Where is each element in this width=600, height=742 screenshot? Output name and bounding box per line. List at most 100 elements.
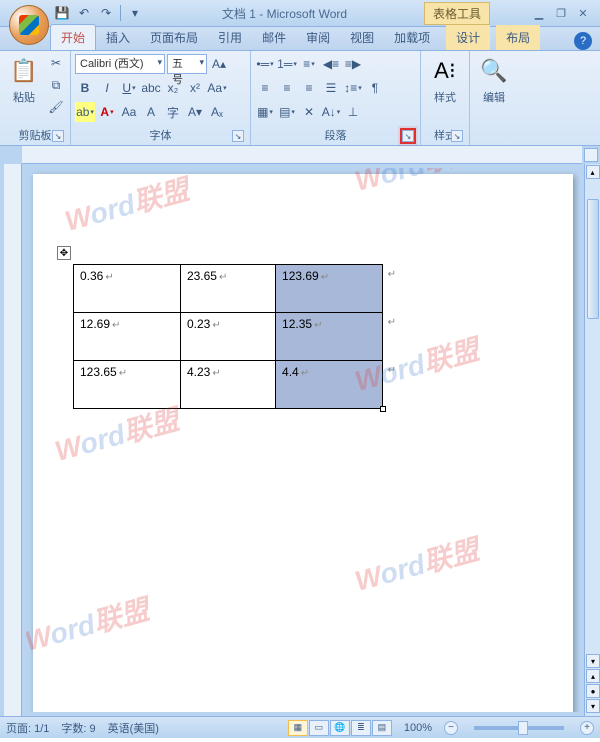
numbering-icon[interactable]: 1═ [277, 54, 297, 74]
char-scale-icon[interactable]: Aa [119, 102, 139, 122]
zoom-level[interactable]: 100% [404, 722, 432, 734]
help-icon[interactable]: ? [574, 32, 592, 50]
table-cell[interactable]: 0.36 [74, 265, 181, 313]
vertical-ruler[interactable] [4, 164, 22, 716]
table-row[interactable]: 12.69 0.23 12.35↵ [74, 313, 383, 361]
zoom-out-icon[interactable]: − [444, 721, 458, 735]
tab-addins[interactable]: 加载项 [384, 25, 440, 50]
sort-icon[interactable]: A↓ [321, 102, 341, 122]
line-spacing-icon[interactable]: ↕≡ [343, 78, 363, 98]
vertical-scrollbar[interactable]: ▴ ▾ ▴ ● ▾ [584, 164, 600, 716]
decrease-indent-icon[interactable]: ◀≡ [321, 54, 341, 74]
show-marks-icon[interactable]: ¶ [365, 78, 385, 98]
tab-references[interactable]: 引用 [208, 25, 252, 50]
table-row[interactable]: 123.65 4.23 4.4↵ [74, 361, 383, 409]
format-painter-icon[interactable]: 🖌 [46, 97, 66, 117]
undo-icon[interactable]: ↶ [74, 3, 94, 23]
table-cell[interactable]: 4.23 [180, 361, 275, 409]
document-table[interactable]: 0.36 23.65 123.69↵ 12.69 0.23 12.35↵ 123… [73, 264, 383, 409]
tab-layout[interactable]: 布局 [496, 25, 540, 50]
table-cell[interactable]: 23.65 [180, 265, 275, 313]
redo-icon[interactable]: ↷ [96, 3, 116, 23]
table-cell[interactable]: 123.65 [74, 361, 181, 409]
bullets-icon[interactable]: •═ [255, 54, 275, 74]
horizontal-ruler[interactable] [22, 146, 582, 164]
shading-icon[interactable]: ▦ [255, 102, 275, 122]
close-icon[interactable]: ✕ [574, 5, 592, 21]
tab-home[interactable]: 开始 [50, 24, 96, 50]
view-print-layout-icon[interactable]: ▦ [288, 720, 308, 736]
tab-mailings[interactable]: 邮件 [252, 25, 296, 50]
justify-icon[interactable]: ☰ [321, 78, 341, 98]
prev-page-icon[interactable]: ▴ [586, 669, 600, 683]
table-move-handle[interactable]: ✥ [57, 246, 71, 260]
zoom-in-icon[interactable]: + [580, 721, 594, 735]
table-row[interactable]: 0.36 23.65 123.69↵ [74, 265, 383, 313]
editing-button[interactable]: 🔍 编辑 [474, 53, 514, 107]
borders-icon[interactable]: ▤ [277, 102, 297, 122]
table-cell[interactable]: 12.69 [74, 313, 181, 361]
multilevel-icon[interactable]: ≡ [299, 54, 319, 74]
view-draft-icon[interactable]: ▤ [372, 720, 392, 736]
page-scroll-container[interactable]: ✥ 0.36 23.65 123.69↵ 12.69 0.23 12.35↵ 1… [26, 168, 580, 712]
highlight-icon[interactable]: ab [75, 102, 95, 122]
copy-icon[interactable]: ⧉ [46, 75, 66, 95]
qat-customize-icon[interactable]: ▾ [125, 3, 145, 23]
table-cell-selected[interactable]: 12.35↵ [276, 313, 383, 361]
status-language[interactable]: 英语(美国) [108, 720, 159, 736]
font-family-combo[interactable]: Calibri (西文) [75, 54, 165, 74]
browse-object-icon[interactable]: ● [586, 684, 600, 698]
asian-layout-icon[interactable]: ✕ [299, 102, 319, 122]
paragraph-dialog-launcher[interactable]: ↘ [402, 130, 414, 142]
font-dialog-launcher[interactable]: ↘ [232, 130, 244, 142]
status-words[interactable]: 字数: 9 [61, 720, 95, 736]
styles-dialog-launcher[interactable]: ↘ [451, 130, 463, 142]
change-case-icon[interactable]: Aa [207, 78, 227, 98]
char-border-icon[interactable]: A [141, 102, 161, 122]
table-resize-handle[interactable] [380, 406, 386, 412]
tab-design[interactable]: 设计 [446, 25, 490, 50]
view-fullscreen-icon[interactable]: ▭ [309, 720, 329, 736]
cut-icon[interactable]: ✂ [46, 53, 66, 73]
table-cell-selected[interactable]: 4.4↵ [276, 361, 383, 409]
grow-font-icon[interactable]: A▴ [209, 54, 229, 74]
clear-format-icon[interactable]: Aₓ [207, 102, 227, 122]
tab-view[interactable]: 视图 [340, 25, 384, 50]
table-cell-selected[interactable]: 123.69↵ [276, 265, 383, 313]
paste-button[interactable]: 📋 粘贴 [4, 53, 44, 107]
tabs-icon[interactable]: ⊥ [343, 102, 363, 122]
restore-icon[interactable]: ❐ [552, 5, 570, 21]
increase-indent-icon[interactable]: ≡▶ [343, 54, 363, 74]
status-page[interactable]: 页面: 1/1 [6, 720, 49, 736]
align-left-icon[interactable]: ≡ [255, 78, 275, 98]
office-button[interactable] [9, 5, 49, 45]
bold-icon[interactable]: B [75, 78, 95, 98]
align-right-icon[interactable]: ≡ [299, 78, 319, 98]
styles-button[interactable]: A⁝ 样式 [425, 53, 465, 107]
strikethrough-icon[interactable]: abc [141, 78, 161, 98]
align-center-icon[interactable]: ≡ [277, 78, 297, 98]
table-cell[interactable]: 0.23 [180, 313, 275, 361]
zoom-slider[interactable] [474, 726, 564, 730]
minimize-icon[interactable]: ▁ [530, 5, 548, 21]
underline-icon[interactable]: U [119, 78, 139, 98]
next-page-icon[interactable]: ▾ [586, 699, 600, 713]
view-outline-icon[interactable]: ≣ [351, 720, 371, 736]
save-icon[interactable]: 💾 [52, 3, 72, 23]
view-web-icon[interactable]: 🌐 [330, 720, 350, 736]
ruler-toggle[interactable] [584, 148, 598, 162]
scroll-up-icon[interactable]: ▴ [586, 165, 600, 179]
superscript-icon[interactable]: x² [185, 78, 205, 98]
italic-icon[interactable]: I [97, 78, 117, 98]
tab-review[interactable]: 审阅 [296, 25, 340, 50]
phonetic-icon[interactable]: 字 [163, 102, 183, 122]
scroll-down-icon[interactable]: ▾ [586, 654, 600, 668]
document-page[interactable]: ✥ 0.36 23.65 123.69↵ 12.69 0.23 12.35↵ 1… [33, 174, 573, 712]
tab-insert[interactable]: 插入 [96, 25, 140, 50]
scrollbar-thumb[interactable] [587, 199, 599, 319]
clipboard-dialog-launcher[interactable]: ↘ [52, 130, 64, 142]
tab-page-layout[interactable]: 页面布局 [140, 25, 208, 50]
font-color-icon[interactable]: A [97, 102, 117, 122]
font-size-combo[interactable]: 五号 [167, 54, 207, 74]
shrink-font-icon[interactable]: A▾ [185, 102, 205, 122]
